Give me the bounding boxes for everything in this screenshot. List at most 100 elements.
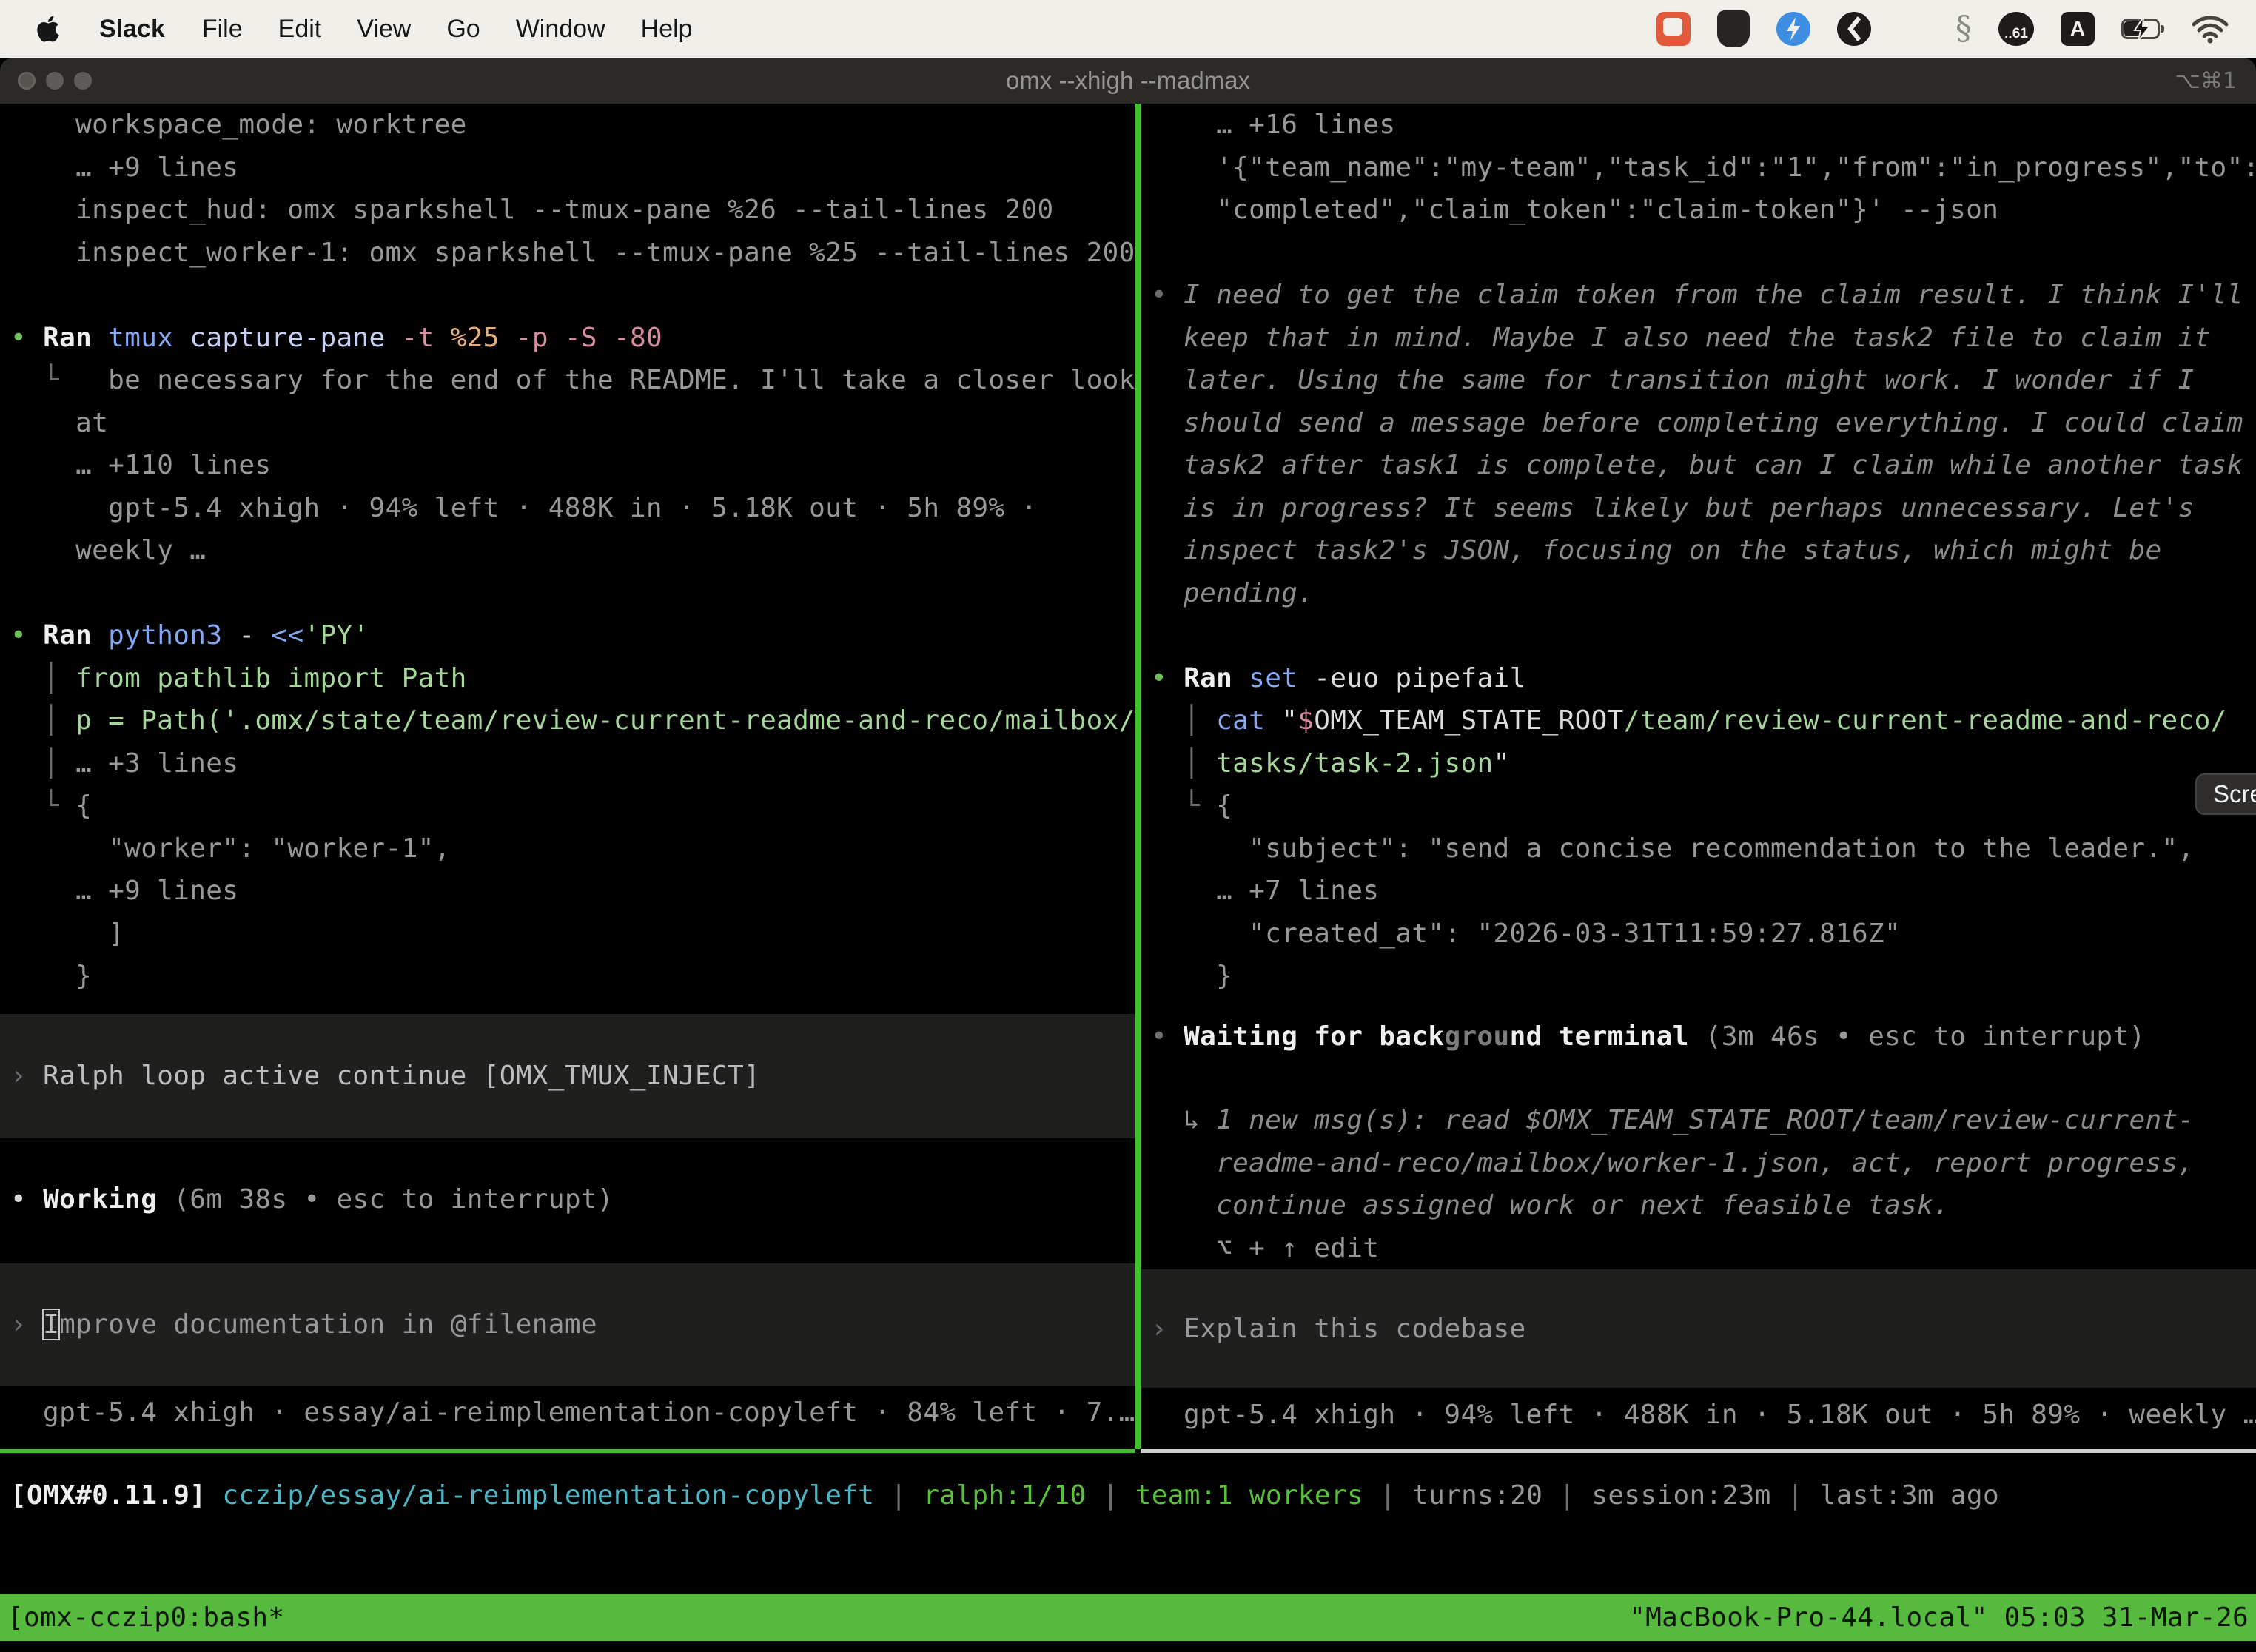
- blue-lightning-icon[interactable]: [1776, 12, 1810, 46]
- wifi-icon[interactable]: [2191, 14, 2229, 44]
- terminal-text-span: 1 new msg(s): read $OMX_TEAM_STATE_ROOT/…: [1216, 1105, 2194, 1135]
- terminal-text-span: … +110 lines: [10, 450, 271, 480]
- prompt-input-row[interactable]: › Improve documentation in @filename: [0, 1263, 1135, 1386]
- terminal-line: │ p = Path('.omx/state/team/review-curre…: [0, 699, 1135, 742]
- terminal-text-span: └: [1151, 790, 1216, 821]
- menu-item-file[interactable]: File: [184, 15, 261, 44]
- terminal-line: ↳ 1 new msg(s): read $OMX_TEAM_STATE_ROO…: [1141, 1099, 2256, 1142]
- terminal-line: … +7 lines: [1141, 870, 2256, 913]
- terminal-line: workspace_mode: worktree: [0, 104, 1135, 147]
- terminal-text-span: capture-pane: [189, 323, 401, 353]
- terminal-line: gpt-5.4 xhigh · essay/ai-reimplementatio…: [0, 1391, 1135, 1434]
- terminal-text-span: ›: [10, 1309, 43, 1340]
- terminal-text-span: |: [1542, 1480, 1591, 1511]
- terminal-text-span: 'PY': [304, 620, 369, 651]
- terminal-text-span: "worker": "worker-1",: [10, 833, 451, 864]
- pane-divider[interactable]: [1135, 104, 1141, 1449]
- terminal-text-span: -euo pipefail: [1314, 663, 1525, 694]
- terminal-line: … +16 lines: [1141, 104, 2256, 147]
- window-title: omx --xhigh --madmax: [0, 67, 2256, 95]
- screen: { "menu_bar": { "app_name": "Slack", "it…: [0, 0, 2256, 1652]
- right-pane-bottom-border-inactive: [1141, 1449, 2256, 1453]
- terminal-text-span: inspect_worker-1: omx sparkshell --tmux-…: [10, 238, 1135, 268]
- terminal-line: [0, 572, 1135, 615]
- window-shortcut-hint: ⌥⌘1: [2175, 68, 2237, 94]
- terminal-text-span: … +3 lines: [75, 748, 238, 779]
- terminal-text-span: ↳: [1151, 1105, 1216, 1135]
- terminal-line: gpt-5.4 xhigh · 94% left · 488K in · 5.1…: [0, 487, 1135, 530]
- omx-status-line: [OMX#0.11.9] cczip/essay/ai-reimplementa…: [0, 1474, 2256, 1517]
- terminal-text-span: ralph:1/10: [923, 1480, 1086, 1511]
- terminal-line: • I need to get the claim token from the…: [1141, 274, 2256, 317]
- terminal-text-span: |: [1363, 1480, 1412, 1511]
- terminal-line: "worker": "worker-1",: [0, 827, 1135, 870]
- battery-charging-icon[interactable]: [2121, 19, 2164, 39]
- spacer: [0, 1220, 1135, 1263]
- terminal-left-pane[interactable]: workspace_mode: worktree … +9 lines insp…: [0, 104, 1135, 1449]
- terminal-text-span: Working: [43, 1184, 173, 1215]
- menu-item-view[interactable]: View: [339, 15, 429, 44]
- terminal-text-span: /team/review-current-readme-and-reco/: [1624, 705, 2227, 736]
- terminal-text-span: nd terminal: [1510, 1021, 1705, 1052]
- terminal-text-span: │: [1151, 705, 1216, 736]
- counter-badge-icon[interactable]: ..61: [1998, 12, 2034, 46]
- assistant-icon[interactable]: A: [2061, 12, 2095, 46]
- terminal-text-span: %25: [451, 323, 516, 353]
- menu-item-edit[interactable]: Edit: [261, 15, 340, 44]
- terminal-line: └ {: [0, 785, 1135, 827]
- terminal-right-pane[interactable]: … +16 lines '{"team_name":"my-team","tas…: [1141, 104, 2256, 1449]
- terminal-text-span: "subject": "send a concise recommendatio…: [1151, 833, 2195, 864]
- terminal-text-span: … +9 lines: [10, 876, 238, 906]
- menu-item-help[interactable]: Help: [623, 15, 711, 44]
- terminal-text-span: task2 after task1 is complete, but can I…: [1151, 450, 2243, 480]
- terminal-text-span: "created_at": "2026-03-31T11:59:27.816Z": [1151, 919, 1901, 949]
- terminal-line: '{"team_name":"my-team","task_id":"1","f…: [1141, 147, 2256, 189]
- terminal-line: └ {: [1141, 785, 2256, 827]
- terminal-text-span: mprove documentation in @filename: [59, 1309, 597, 1340]
- prompt-input-row[interactable]: › Explain this codebase: [1141, 1269, 2256, 1388]
- terminal-text-span: └: [10, 790, 75, 821]
- terminal-text-span: python3: [108, 620, 238, 651]
- terminal-line: ⌥ + ↑ edit: [1141, 1227, 2256, 1270]
- terminal-line: is in progress? It seems likely but perh…: [1141, 487, 2256, 530]
- dark-crescent-icon[interactable]: [1837, 12, 1871, 46]
- terminal-text-span: (3m 46s • esc to interrupt): [1705, 1021, 2146, 1052]
- terminal-line: task2 after task1 is complete, but can I…: [1141, 444, 2256, 487]
- terminal-line: ]: [0, 913, 1135, 956]
- terminal-text-span: }: [10, 961, 92, 991]
- shield-grid-icon[interactable]: [1717, 10, 1750, 47]
- terminal-text-span: gpt-5.4 xhigh · 94% left · 488K in · 5.1…: [1151, 1400, 2256, 1430]
- terminal-text-span: should send a message before completing …: [1151, 408, 2243, 438]
- menu-item-go[interactable]: Go: [429, 15, 497, 44]
- terminal-text-span: cczip/essay/ai-reimplementation-copyleft: [222, 1480, 874, 1511]
- terminal-text-span: }: [1151, 961, 1232, 991]
- menu-bar-status-icons: § ..61 A: [1656, 10, 2256, 47]
- terminal-line: inspect_worker-1: omx sparkshell --tmux-…: [0, 232, 1135, 275]
- terminal-text-span: … +7 lines: [1151, 876, 1379, 906]
- tmux-status-bar: [omx-cczip0:bash* "MacBook-Pro-44.local"…: [0, 1594, 2256, 1641]
- menu-item-window[interactable]: Window: [498, 15, 623, 44]
- terminal-text-span: │: [10, 748, 75, 779]
- terminal-text-span: •: [10, 620, 43, 651]
- terminal-text-span: │: [10, 663, 75, 694]
- terminal-text-span: team:1 workers: [1135, 1480, 1363, 1511]
- menu-item-app-slack[interactable]: Slack: [81, 15, 184, 44]
- apple-icon[interactable]: [36, 14, 61, 44]
- terminal-text-span: continue assigned work or next feasible …: [1151, 1190, 1950, 1220]
- dots-grid-icon[interactable]: [1898, 13, 1929, 44]
- terminal-line: "subject": "send a concise recommendatio…: [1141, 827, 2256, 870]
- terminal-line: • Ran tmux capture-pane -t %25 -p -S -80: [0, 317, 1135, 360]
- squiggle-icon[interactable]: §: [1955, 12, 1972, 46]
- terminal-text-span: grou: [1444, 1021, 1509, 1052]
- terminal-text-span: $: [1297, 705, 1314, 736]
- tmux-session-label[interactable]: [omx-cczip0:bash*: [7, 1602, 284, 1633]
- terminal-content: workspace_mode: worktree … +9 lines insp…: [0, 104, 2256, 1652]
- terminal-line: [1141, 232, 2256, 275]
- terminal-text-span: is in progress? It seems likely but perh…: [1151, 493, 2195, 523]
- terminal-text-span: └: [10, 365, 108, 395]
- spacer: [0, 1386, 1135, 1391]
- terminal-line: gpt-5.4 xhigh · 94% left · 488K in · 5.1…: [1141, 1394, 2256, 1437]
- tooltip-label: Scre: [2213, 780, 2256, 808]
- chat-bubble-icon[interactable]: [1656, 12, 1691, 46]
- terminal-text-span: {: [75, 790, 92, 821]
